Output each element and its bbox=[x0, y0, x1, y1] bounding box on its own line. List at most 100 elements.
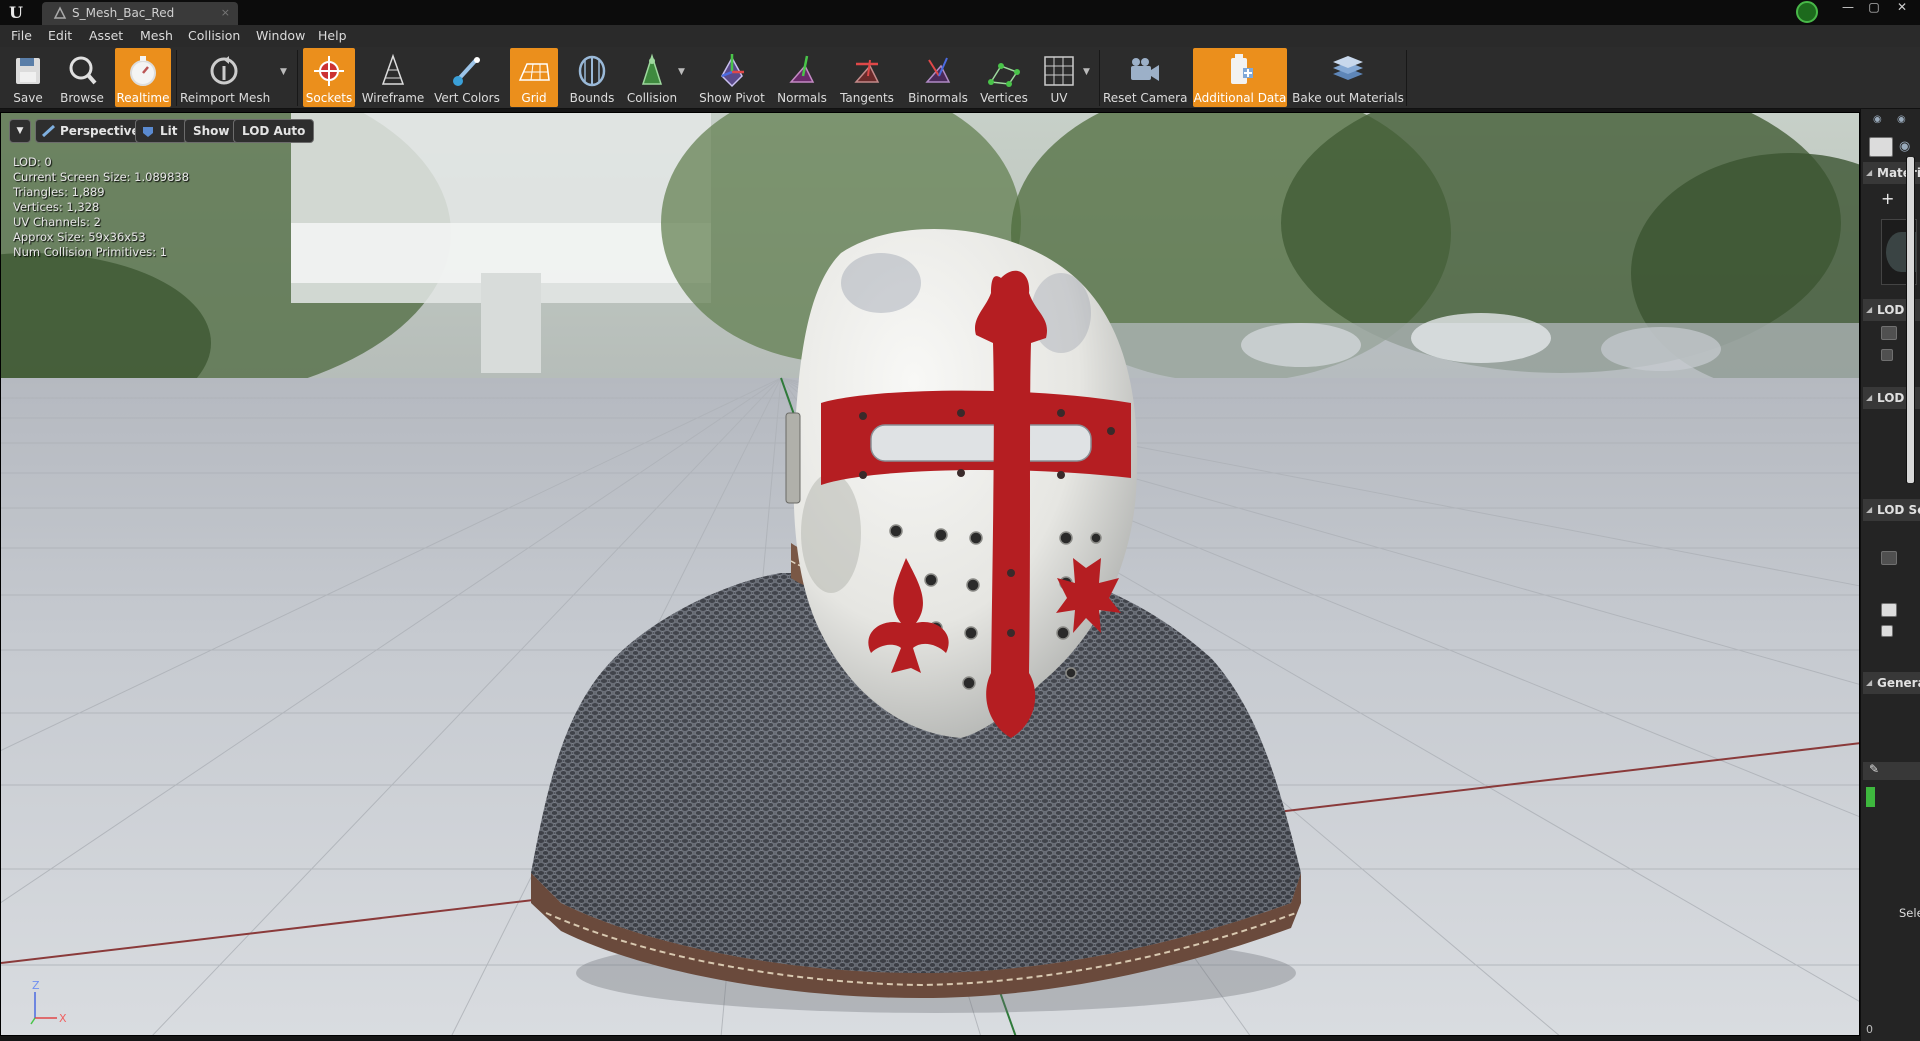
binormals-button[interactable]: Binormals bbox=[904, 48, 972, 107]
show-pivot-button[interactable]: Show Pivot bbox=[697, 48, 767, 107]
details-scrollbar[interactable] bbox=[1906, 157, 1915, 483]
sockets-button[interactable]: Sockets bbox=[303, 48, 355, 107]
additional-data-label: Additional Data bbox=[1193, 91, 1287, 105]
mesh-icon bbox=[53, 6, 67, 19]
tangents-label: Tangents bbox=[840, 91, 894, 105]
eye-slit bbox=[870, 424, 1092, 462]
lit-label: Lit bbox=[160, 124, 178, 138]
lod-dropdown[interactable] bbox=[1881, 326, 1897, 340]
bounds-label: Bounds bbox=[569, 91, 615, 105]
viewport-options-dropdown[interactable]: ▼ bbox=[9, 119, 31, 143]
asset-tab[interactable]: S_Mesh_Bac_Red × bbox=[42, 2, 238, 25]
unreal-logo-icon: U bbox=[9, 3, 23, 22]
vert-colors-label: Vert Colors bbox=[434, 91, 500, 105]
menu-edit[interactable]: Edit bbox=[48, 28, 72, 43]
viewport-tab-icon[interactable]: ◉ bbox=[1873, 114, 1889, 128]
bounds-button[interactable]: Bounds bbox=[564, 48, 620, 107]
lod-settings-section-header[interactable]: LOD Se bbox=[1863, 499, 1920, 521]
reimport-mesh-button[interactable]: Reimport Mesh bbox=[180, 48, 270, 107]
reset-camera-button[interactable]: Reset Camera bbox=[1103, 48, 1188, 107]
maximize-button[interactable]: ▢ bbox=[1862, 0, 1886, 16]
lod-settings-dropdown[interactable] bbox=[1881, 551, 1897, 565]
details-scroll-thumb[interactable] bbox=[1907, 157, 1914, 483]
add-material-button[interactable]: + bbox=[1881, 189, 1897, 208]
menu-file[interactable]: File bbox=[11, 28, 32, 43]
axis-z-label: Z bbox=[32, 979, 40, 992]
menu-asset[interactable]: Asset bbox=[89, 28, 123, 43]
viewport-scene[interactable] bbox=[1, 113, 1860, 1036]
show-button[interactable]: Show bbox=[184, 119, 239, 143]
uv-button[interactable]: UV bbox=[1036, 48, 1082, 107]
source-control-icon[interactable] bbox=[1796, 1, 1818, 23]
reimport-dropdown-icon[interactable]: ▼ bbox=[280, 67, 287, 77]
menu-collision[interactable]: Collision bbox=[188, 28, 240, 43]
save-button[interactable]: Save bbox=[3, 48, 53, 107]
sockets-icon bbox=[314, 56, 344, 86]
static-mesh-editor: U S_Mesh_Bac_Red × — ▢ ✕ File Edit Asset… bbox=[0, 0, 1920, 1041]
menu-help[interactable]: Help bbox=[318, 28, 347, 43]
wireframe-icon bbox=[381, 53, 405, 85]
menu-window[interactable]: Window bbox=[256, 28, 305, 43]
vert-colors-button[interactable]: Vert Colors bbox=[430, 48, 504, 107]
details-tab-icon[interactable]: ◉ bbox=[1897, 114, 1913, 128]
tool-tab-strip[interactable]: ✎ bbox=[1863, 762, 1920, 780]
tab-close-button[interactable]: × bbox=[221, 2, 230, 24]
show-pivot-label: Show Pivot bbox=[699, 91, 765, 105]
menu-mesh[interactable]: Mesh bbox=[140, 28, 173, 43]
bake-materials-icon bbox=[1333, 56, 1363, 80]
stat-screen-size: Current Screen Size: 1.089838 bbox=[13, 170, 190, 184]
lod-auto-button[interactable]: LOD Auto bbox=[233, 119, 315, 143]
axis-x-label: X bbox=[59, 1012, 67, 1025]
additional-data-button[interactable]: Additional Data bbox=[1193, 48, 1287, 107]
browse-button[interactable]: Browse bbox=[55, 48, 109, 107]
bake-out-materials-button[interactable]: Bake out Materials bbox=[1292, 48, 1404, 107]
realtime-button[interactable]: Realtime bbox=[115, 48, 171, 107]
mesh-viewport[interactable]: ▼ Perspective Lit Show LOD Auto LOD: 0 C… bbox=[0, 112, 1860, 1036]
save-label: Save bbox=[13, 91, 43, 105]
close-button[interactable]: ✕ bbox=[1890, 0, 1914, 16]
minimize-button[interactable]: — bbox=[1836, 0, 1860, 16]
binormals-icon bbox=[925, 57, 951, 83]
wireframe-button[interactable]: Wireframe bbox=[360, 48, 426, 107]
toolbar-separator bbox=[1406, 50, 1407, 106]
lod-checkbox[interactable] bbox=[1881, 349, 1893, 361]
select-label[interactable]: Select bbox=[1899, 906, 1920, 920]
wrench-icon: ✎ bbox=[1869, 762, 1880, 776]
vertices-icon bbox=[988, 63, 1020, 87]
mesh-stats-overlay: LOD: 0 Current Screen Size: 1.089838 Tri… bbox=[13, 155, 189, 260]
stat-uv-channels: UV Channels: 2 bbox=[13, 215, 101, 229]
uv-icon bbox=[1044, 56, 1074, 86]
stat-vertices: Vertices: 1,328 bbox=[13, 200, 100, 214]
sockets-label: Sockets bbox=[305, 91, 353, 105]
lit-button[interactable]: Lit bbox=[135, 119, 187, 143]
stat-approx-size: Approx Size: 59x36x53 bbox=[13, 230, 146, 244]
lod-settings-checkbox[interactable] bbox=[1881, 625, 1893, 637]
binormals-label: Binormals bbox=[908, 91, 968, 105]
grid-button[interactable]: Grid bbox=[510, 48, 558, 107]
vertices-button[interactable]: Vertices bbox=[976, 48, 1032, 107]
camera-icon bbox=[1131, 58, 1159, 81]
perspective-icon bbox=[42, 125, 55, 137]
bake-out-materials-label: Bake out Materials bbox=[1292, 91, 1404, 105]
additional-data-icon bbox=[1231, 54, 1253, 84]
normals-button[interactable]: Normals bbox=[773, 48, 831, 107]
lit-sphere-icon bbox=[143, 127, 153, 137]
eye-icon[interactable]: ◉ bbox=[1899, 139, 1915, 154]
grid-icon bbox=[518, 63, 550, 81]
collision-dropdown-icon[interactable]: ▼ bbox=[678, 67, 685, 77]
search-icon[interactable] bbox=[1869, 137, 1893, 157]
lod-settings-toggle[interactable] bbox=[1881, 603, 1897, 617]
collision-label: Collision bbox=[626, 91, 678, 105]
progress-indicator bbox=[1866, 787, 1875, 807]
uv-dropdown-icon[interactable]: ▼ bbox=[1083, 67, 1090, 77]
stat-lod: LOD: 0 bbox=[13, 155, 52, 169]
tangents-button[interactable]: Tangents bbox=[836, 48, 898, 107]
pivot-icon bbox=[721, 54, 744, 88]
general-settings-header[interactable]: Genera bbox=[1863, 672, 1920, 694]
reset-camera-label: Reset Camera bbox=[1103, 91, 1188, 105]
perspective-button[interactable]: Perspective bbox=[35, 119, 149, 143]
collision-button[interactable]: Collision bbox=[624, 48, 680, 107]
save-icon bbox=[16, 58, 40, 84]
normals-label: Normals bbox=[777, 91, 827, 105]
perspective-label: Perspective bbox=[60, 124, 140, 138]
